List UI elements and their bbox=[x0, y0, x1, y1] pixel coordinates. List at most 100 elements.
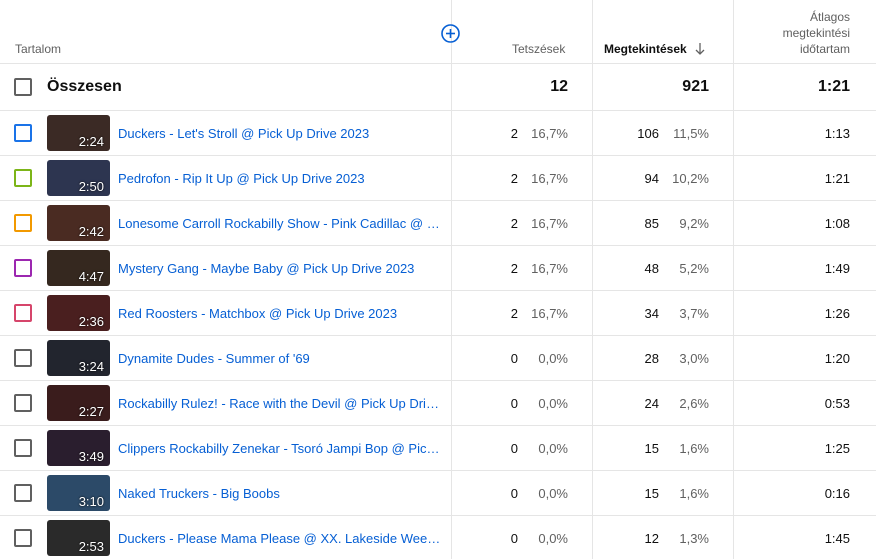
total-avg-duration: 1:21 bbox=[817, 78, 850, 95]
column-header-likes[interactable]: Tetszések bbox=[512, 42, 565, 56]
plus-circle-icon[interactable] bbox=[440, 23, 461, 44]
video-duration: 2:50 bbox=[78, 179, 104, 194]
row-likes: 2 bbox=[510, 126, 518, 141]
row-views-pct: 10,2% bbox=[672, 171, 709, 186]
row-checkbox[interactable] bbox=[14, 259, 32, 277]
header-line: megtekintési bbox=[782, 26, 850, 40]
row-likes: 0 bbox=[510, 441, 518, 456]
total-checkbox[interactable] bbox=[14, 78, 32, 96]
row-views: 94 bbox=[644, 171, 659, 186]
video-title-link[interactable]: Mystery Gang - Maybe Baby @ Pick Up Driv… bbox=[118, 261, 444, 276]
video-thumbnail[interactable]: 2:42 bbox=[47, 205, 110, 241]
row-avg-duration: 0:16 bbox=[824, 486, 850, 501]
column-header-views[interactable]: Megtekintések bbox=[604, 42, 687, 56]
row-checkbox[interactable] bbox=[14, 439, 32, 457]
row-views: 24 bbox=[644, 396, 659, 411]
row-likes-pct: 0,0% bbox=[538, 351, 568, 366]
table-row: 3:10 Naked Truckers - Big Boobs 0 0,0% 1… bbox=[0, 471, 876, 516]
total-row: Összesen 12 921 1:21 bbox=[0, 64, 876, 111]
row-likes: 2 bbox=[510, 306, 518, 321]
row-views-pct: 3,0% bbox=[679, 351, 709, 366]
video-duration: 3:24 bbox=[78, 359, 104, 374]
row-views: 106 bbox=[637, 126, 659, 141]
row-views-pct: 1,3% bbox=[679, 531, 709, 546]
row-checkbox[interactable] bbox=[14, 214, 32, 232]
row-views: 34 bbox=[644, 306, 659, 321]
row-checkbox[interactable] bbox=[14, 394, 32, 412]
video-duration: 2:24 bbox=[78, 134, 104, 149]
row-checkbox[interactable] bbox=[14, 304, 32, 322]
table-row: 3:24 Dynamite Dudes - Summer of '69 0 0,… bbox=[0, 336, 876, 381]
column-header-content: Tartalom bbox=[15, 42, 62, 56]
video-duration: 2:36 bbox=[78, 314, 104, 329]
row-likes-pct: 16,7% bbox=[531, 126, 568, 141]
row-likes: 2 bbox=[510, 216, 518, 231]
video-thumbnail[interactable]: 3:10 bbox=[47, 475, 110, 511]
row-views-pct: 3,7% bbox=[679, 306, 709, 321]
row-views-pct: 11,5% bbox=[673, 126, 709, 141]
row-likes-pct: 0,0% bbox=[538, 441, 568, 456]
row-views: 85 bbox=[644, 216, 659, 231]
video-title-link[interactable]: Lonesome Carroll Rockabilly Show - Pink … bbox=[118, 216, 444, 231]
row-views: 12 bbox=[644, 531, 659, 546]
video-duration: 3:10 bbox=[78, 494, 104, 509]
row-views: 15 bbox=[644, 486, 659, 501]
video-thumbnail[interactable]: 2:53 bbox=[47, 520, 110, 556]
table-header: Tartalom Tetszések Megtekintések Átlagos… bbox=[0, 0, 876, 64]
total-likes: 12 bbox=[550, 78, 568, 95]
header-line: időtartam bbox=[799, 42, 850, 56]
row-avg-duration: 1:45 bbox=[824, 531, 850, 546]
row-likes: 0 bbox=[510, 486, 518, 501]
video-thumbnail[interactable]: 2:24 bbox=[47, 115, 110, 151]
row-likes-pct: 0,0% bbox=[538, 531, 568, 546]
row-avg-duration: 1:13 bbox=[824, 126, 850, 141]
table-row: 2:36 Red Roosters - Matchbox @ Pick Up D… bbox=[0, 291, 876, 336]
video-thumbnail[interactable]: 3:49 bbox=[47, 430, 110, 466]
video-thumbnail[interactable]: 2:50 bbox=[47, 160, 110, 196]
table-row: 2:42 Lonesome Carroll Rockabilly Show - … bbox=[0, 201, 876, 246]
row-avg-duration: 1:21 bbox=[824, 171, 850, 186]
video-duration: 2:27 bbox=[78, 404, 104, 419]
row-views: 28 bbox=[644, 351, 659, 366]
video-title-link[interactable]: Clippers Rockabilly Zenekar - Tsoró Jamp… bbox=[118, 441, 444, 456]
table-row: 2:24 Duckers - Let's Stroll @ Pick Up Dr… bbox=[0, 111, 876, 156]
table-row: 3:49 Clippers Rockabilly Zenekar - Tsoró… bbox=[0, 426, 876, 471]
video-title-link[interactable]: Duckers - Please Mama Please @ XX. Lakes… bbox=[118, 531, 444, 546]
row-views: 15 bbox=[644, 441, 659, 456]
row-avg-duration: 1:08 bbox=[824, 216, 850, 231]
total-label: Összesen bbox=[47, 78, 122, 95]
row-checkbox[interactable] bbox=[14, 349, 32, 367]
row-likes: 0 bbox=[510, 351, 518, 366]
total-views: 921 bbox=[682, 78, 709, 95]
row-views-pct: 9,2% bbox=[679, 216, 709, 231]
video-thumbnail[interactable]: 4:47 bbox=[47, 250, 110, 286]
row-avg-duration: 1:20 bbox=[824, 351, 850, 366]
row-checkbox[interactable] bbox=[14, 124, 32, 142]
video-title-link[interactable]: Pedrofon - Rip It Up @ Pick Up Drive 202… bbox=[118, 171, 444, 186]
video-title-link[interactable]: Duckers - Let's Stroll @ Pick Up Drive 2… bbox=[118, 126, 444, 141]
video-duration: 4:47 bbox=[78, 269, 104, 284]
row-likes-pct: 16,7% bbox=[531, 171, 568, 186]
row-views-pct: 1,6% bbox=[679, 441, 709, 456]
table-row: 4:47 Mystery Gang - Maybe Baby @ Pick Up… bbox=[0, 246, 876, 291]
video-thumbnail[interactable]: 2:27 bbox=[47, 385, 110, 421]
table-row: 2:27 Rockabilly Rulez! - Race with the D… bbox=[0, 381, 876, 426]
video-duration: 2:53 bbox=[78, 539, 104, 554]
video-thumbnail[interactable]: 2:36 bbox=[47, 295, 110, 331]
column-header-avg-duration[interactable]: Átlagos megtekintési időtartam bbox=[783, 9, 850, 57]
video-title-link[interactable]: Rockabilly Rulez! - Race with the Devil … bbox=[118, 396, 444, 411]
video-thumbnail[interactable]: 3:24 bbox=[47, 340, 110, 376]
row-views-pct: 2,6% bbox=[679, 396, 709, 411]
video-title-link[interactable]: Red Roosters - Matchbox @ Pick Up Drive … bbox=[118, 306, 444, 321]
video-title-link[interactable]: Naked Truckers - Big Boobs bbox=[118, 486, 444, 501]
arrow-down-icon[interactable] bbox=[694, 42, 706, 56]
video-title-link[interactable]: Dynamite Dudes - Summer of '69 bbox=[118, 351, 444, 366]
row-checkbox[interactable] bbox=[14, 169, 32, 187]
row-likes: 2 bbox=[510, 261, 518, 276]
row-checkbox[interactable] bbox=[14, 529, 32, 547]
row-checkbox[interactable] bbox=[14, 484, 32, 502]
row-avg-duration: 1:26 bbox=[824, 306, 850, 321]
row-views-pct: 1,6% bbox=[679, 486, 709, 501]
row-likes-pct: 16,7% bbox=[531, 261, 568, 276]
row-likes-pct: 16,7% bbox=[531, 216, 568, 231]
